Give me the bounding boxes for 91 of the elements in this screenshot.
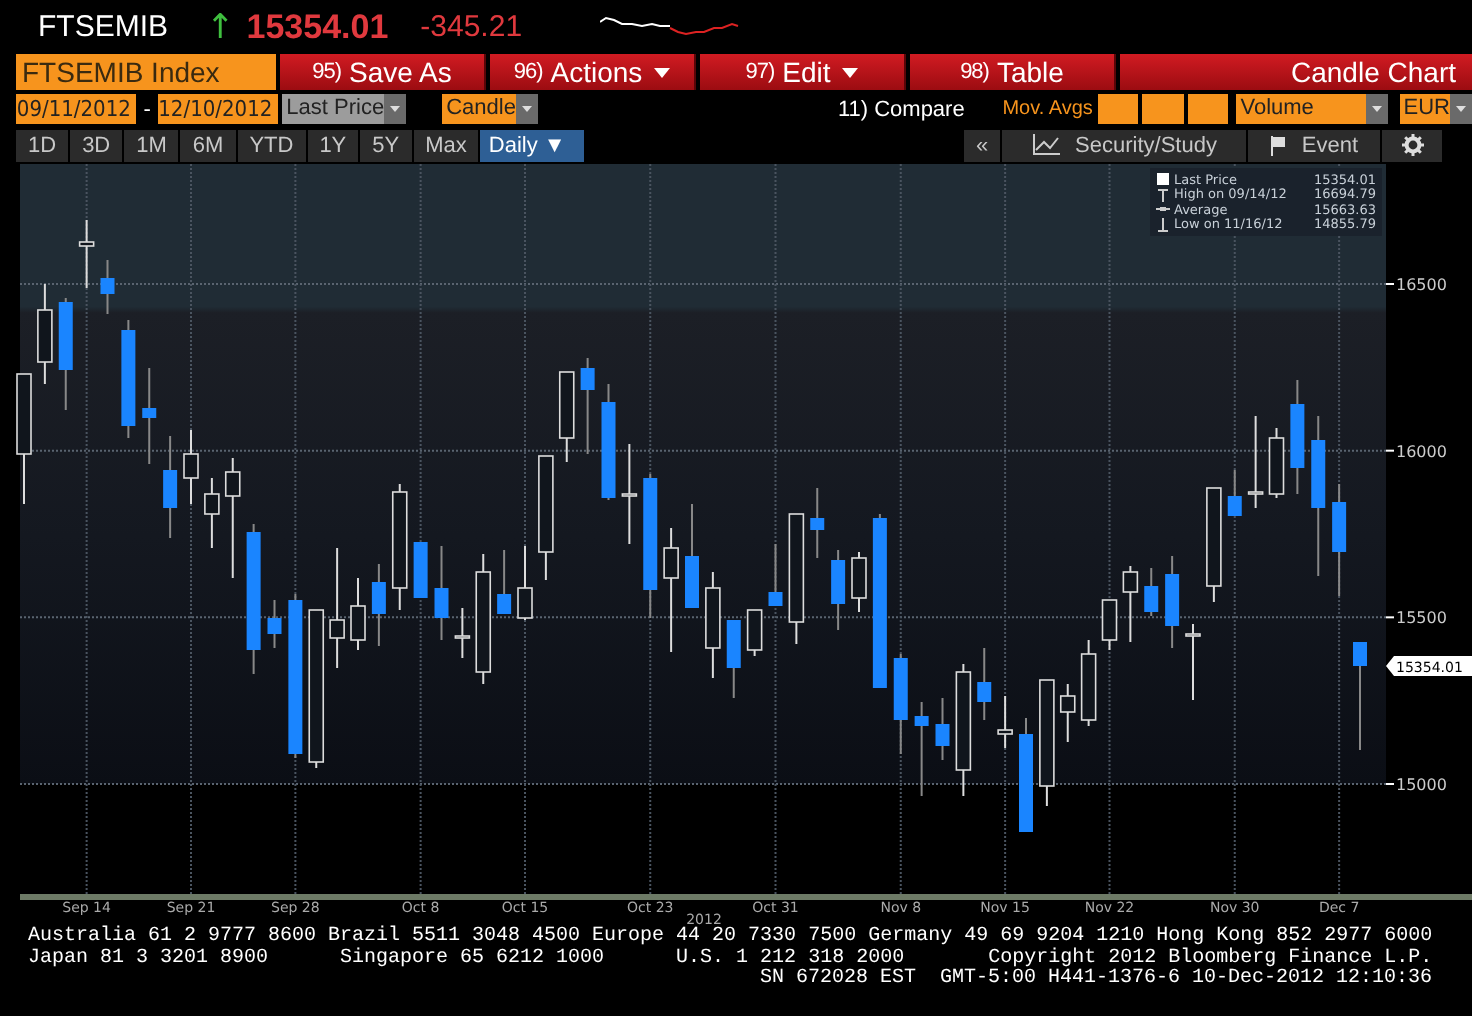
last-price: 15354.01 — [246, 7, 389, 47]
candlestick — [434, 545, 449, 641]
candlestick — [663, 527, 679, 653]
flag-icon — [1269, 135, 1286, 155]
low-marker-icon — [1156, 217, 1170, 232]
candlestick — [746, 609, 763, 657]
lower-panel-dropdown[interactable]: Volume — [1236, 94, 1388, 124]
moving-averages-label: Mov. Avgs — [1002, 98, 1094, 120]
moving-average-field[interactable] — [1097, 94, 1139, 124]
session-info: SN 672028 EST GMT-5:00 H441-1376-6 10-Dec-2012 12:10:36 — [759, 970, 1432, 991]
range-button[interactable]: 1D — [16, 129, 69, 161]
collapse-button[interactable]: « — [964, 129, 1000, 161]
toolbar-button[interactable]: 97) Edit — [700, 54, 906, 90]
contact-line: Australia 61 2 9777 8600 Brazil 5511 3048 4500 Europe 44 20 7330 7500 Germany 49 69 9204 1210 Hong Kong 852 2977 6000 — [28, 928, 1435, 948]
frequency-dropdown[interactable]: Daily ▼ — [480, 129, 585, 161]
candlestick — [914, 701, 929, 797]
candlestick — [454, 607, 471, 659]
y-axis-label: 15500 — [1396, 609, 1447, 628]
y-axis-label: 16500 — [1396, 276, 1447, 294]
candlestick — [977, 647, 992, 721]
candlestick — [78, 219, 95, 289]
y-axis-label: 16000 — [1396, 442, 1447, 461]
candlestick — [100, 259, 115, 315]
candlestick — [497, 549, 512, 615]
end-date-field[interactable]: 12/10/2012 — [157, 94, 279, 124]
toolbar-button[interactable]: 95) Save As — [280, 54, 486, 90]
candlestick — [1101, 599, 1118, 651]
y-axis-label: 15000 — [1396, 776, 1447, 794]
candlestick — [517, 545, 533, 621]
average-marker-icon — [1156, 202, 1170, 217]
candlestick — [1353, 641, 1367, 751]
date-separator: - — [141, 97, 153, 121]
range-button[interactable]: Max — [413, 129, 479, 161]
candlestick — [1059, 683, 1076, 743]
dropdown-caret-icon — [515, 94, 538, 124]
ticker-symbol: FTSEMIB — [38, 10, 171, 44]
candlestick — [935, 697, 950, 761]
candlestick — [621, 443, 638, 545]
contact-line: Japan 81 3 3201 8900 Singapore 65 6212 1000 U.S. 1 212 318 2000 Copyright 2012 Bloomberg Finance L.P. — [28, 949, 1435, 969]
currency-dropdown[interactable]: EUR — [1399, 94, 1472, 124]
candlestick — [1247, 415, 1264, 509]
candlestick — [831, 549, 846, 631]
range-button[interactable]: 5Y — [360, 129, 412, 161]
settings-button[interactable] — [1382, 129, 1442, 161]
price-change: -345.21 — [420, 10, 525, 44]
square-icon — [1156, 172, 1170, 187]
candlestick — [142, 367, 157, 465]
security-field[interactable]: FTSEMIB Index — [16, 54, 276, 90]
toolbar-button[interactable]: 98) Table — [910, 54, 1116, 90]
moving-average-field[interactable] — [1142, 94, 1184, 124]
candlestick — [163, 435, 178, 539]
candlestick — [1122, 565, 1139, 643]
settings-icon — [1401, 134, 1423, 156]
start-date-field[interactable]: 09/11/2012 — [16, 94, 137, 124]
price-field-dropdown[interactable]: Last Price — [282, 94, 407, 124]
line-chart-icon — [1031, 134, 1060, 156]
toolbar-button[interactable]: 96) Actions — [490, 54, 696, 90]
candlestick — [726, 619, 741, 699]
range-button[interactable]: 3D — [70, 129, 123, 161]
range-button[interactable]: YTD — [237, 129, 306, 161]
candlestick — [997, 695, 1013, 749]
range-button[interactable]: 1Y — [307, 129, 359, 161]
high-marker-icon — [1156, 187, 1170, 202]
dropdown-caret-icon — [384, 94, 407, 124]
chart-title: Candle Chart — [1120, 54, 1472, 90]
dropdown-caret-icon — [1365, 94, 1388, 124]
caret-icon — [654, 67, 671, 77]
candlestick — [768, 543, 783, 607]
candlestick — [350, 577, 366, 651]
candlestick — [1144, 567, 1159, 617]
caret-icon — [842, 67, 859, 77]
candlestick — [851, 551, 867, 613]
candlestick — [329, 547, 345, 669]
range-button[interactable]: 6M — [180, 129, 236, 161]
event-button[interactable]: Event — [1248, 129, 1380, 161]
security-study-button[interactable]: Security/Study — [1002, 129, 1246, 161]
up-arrow: ↑ — [206, 7, 235, 47]
candlestick — [183, 429, 199, 505]
candlestick — [204, 477, 220, 549]
range-button[interactable]: 1M — [124, 129, 179, 161]
candlestick — [810, 487, 825, 559]
dropdown-caret-icon — [1449, 94, 1472, 124]
moving-average-field[interactable] — [1187, 94, 1229, 124]
candlestick — [224, 457, 241, 579]
candlestick — [580, 357, 595, 455]
compare-button[interactable]: 11) Compare — [837, 97, 999, 121]
candlestick — [267, 599, 282, 649]
chart-type-dropdown[interactable]: Candle — [442, 94, 538, 124]
candlestick — [1185, 623, 1201, 701]
candlestick — [371, 563, 386, 647]
candlestick — [1227, 469, 1242, 517]
